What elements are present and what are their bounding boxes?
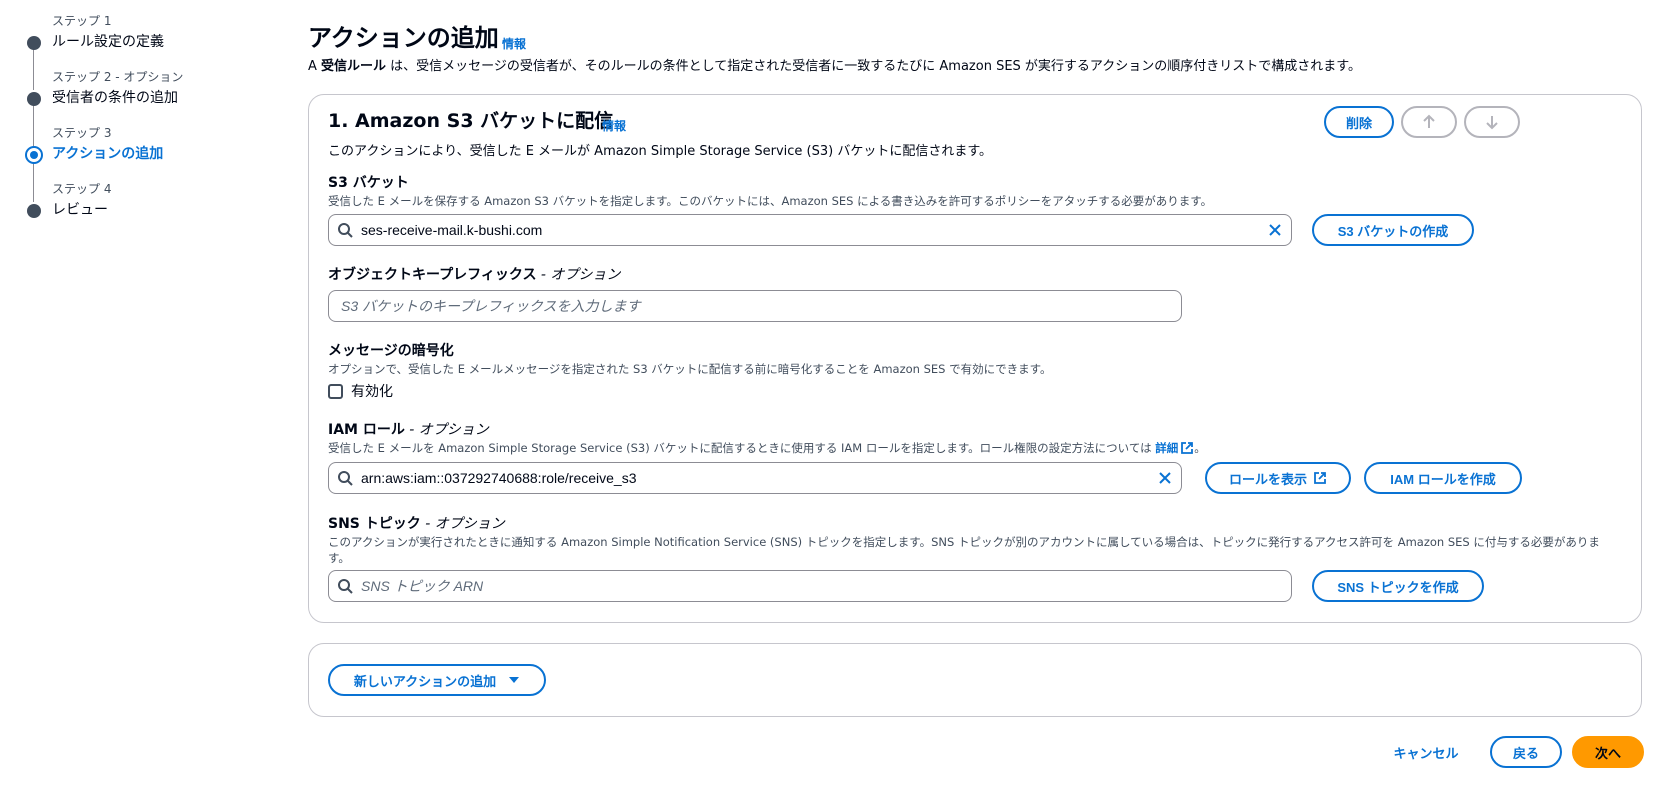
sns-topic-label: SNS トピック - オプション — [328, 514, 505, 534]
enable-encryption-row[interactable]: 有効化 — [328, 381, 393, 401]
step-title[interactable]: 受信者の条件の追加 — [52, 88, 254, 108]
button-label: 戻る — [1512, 745, 1539, 761]
label-text: オブジェクトキープレフィックス — [328, 267, 537, 283]
move-up-button[interactable] — [1401, 106, 1457, 138]
step-1[interactable]: ステップ 1 ルール設定の定義 — [24, 14, 254, 70]
next-button[interactable]: 次へ — [1572, 736, 1644, 768]
create-iam-role-button[interactable]: IAM ロールを作成 — [1364, 462, 1522, 494]
s3-bucket-description: 受信した E メールを保存する Amazon S3 バケットを指定します。このバ… — [328, 194, 1213, 208]
optional-text: - オプション — [536, 267, 621, 283]
step-number: ステップ 4 — [52, 182, 112, 196]
desc-text: A — [308, 59, 322, 74]
wizard-steps: ステップ 1 ルール設定の定義 ステップ 2 - オプション 受信者の条件の追加… — [24, 14, 254, 238]
desc-text: 。 — [1194, 441, 1206, 455]
s3-bucket-input[interactable]: ses-receive-mail.k-bushi.com — [328, 214, 1292, 246]
button-label: ロールを表示 — [1228, 471, 1307, 487]
s3-bucket-value[interactable]: ses-receive-mail.k-bushi.com — [361, 222, 1259, 238]
cancel-button[interactable]: キャンセル — [1384, 736, 1468, 768]
page-title: アクションの追加 — [308, 24, 499, 52]
create-sns-topic-button[interactable]: SNS トピックを作成 — [1312, 570, 1484, 602]
step-3: ステップ 3 アクションの追加 — [24, 126, 254, 182]
sns-topic-description: このアクションが実行されたときに通知する Amazon Simple Notif… — [328, 534, 1628, 566]
label-text: SNS トピック — [328, 516, 421, 532]
desc-text: す。 — [328, 551, 350, 565]
desc-text: 受信した E メールを Amazon Simple Storage Servic… — [328, 441, 1156, 455]
delete-label: 削除 — [1345, 115, 1372, 131]
step-number: ステップ 2 - オプション — [52, 70, 184, 84]
placeholder: S3 バケットのキープレフィックスを入力します — [341, 298, 641, 314]
move-down-button[interactable] — [1464, 106, 1520, 138]
desc-text: このアクションが実行されたときに通知する Amazon Simple Notif… — [328, 535, 1600, 549]
step-dot-active — [25, 146, 43, 164]
step-title[interactable]: ルール設定の定義 — [52, 32, 254, 52]
iam-role-label: IAM ロール - オプション — [328, 420, 489, 440]
delete-button[interactable]: 削除 — [1324, 106, 1394, 138]
prefix-label: オブジェクトキープレフィックス - オプション — [328, 265, 620, 285]
iam-role-value[interactable]: arn:aws:iam::037292740688:role/receive_s… — [361, 470, 1149, 486]
action-description: このアクションにより、受信した E メールが Amazon Simple Sto… — [328, 144, 993, 159]
create-s3-bucket-button[interactable]: S3 バケットの作成 — [1312, 214, 1474, 246]
button-label: SNS トピックを作成 — [1337, 579, 1459, 595]
step-dot — [27, 36, 41, 50]
encryption-label: メッセージの暗号化 — [328, 343, 454, 359]
view-role-button[interactable]: ロールを表示 — [1205, 462, 1351, 494]
step-dot — [27, 204, 41, 218]
info-link[interactable]: 情報 — [602, 117, 626, 134]
iam-role-description: 受信した E メールを Amazon Simple Storage Servic… — [328, 440, 1206, 456]
learn-more-link[interactable]: 詳細 — [1155, 441, 1178, 455]
action-title: 1. Amazon S3 バケットに配信 — [328, 110, 614, 132]
enable-encryption-checkbox[interactable] — [328, 383, 343, 399]
add-new-action-dropdown[interactable]: 新しいアクションの追加 — [328, 664, 546, 696]
button-label: IAM ロールを作成 — [1390, 471, 1496, 487]
sns-topic-input[interactable]: SNS トピック ARN — [328, 570, 1292, 602]
button-label: キャンセル — [1393, 745, 1459, 761]
button-label: 次へ — [1594, 745, 1621, 761]
page-description: A 受信ルール は、受信メッセージの受信者が、そのルールの条件として指定された受… — [308, 58, 1361, 76]
search-icon — [329, 578, 361, 594]
encryption-description: オプションで、受信した E メールメッセージを指定された S3 バケットに配信す… — [328, 362, 1052, 376]
optional-text: - オプション — [420, 516, 505, 532]
search-icon — [329, 222, 361, 238]
clear-icon[interactable] — [1259, 223, 1291, 237]
step-title: アクションの追加 — [52, 146, 164, 162]
checkbox-label[interactable]: 有効化 — [351, 381, 393, 401]
step-dot — [27, 92, 41, 106]
step-number: ステップ 3 — [52, 126, 112, 140]
step-4: ステップ 4 レビュー — [24, 182, 254, 238]
optional-text: - オプション — [404, 422, 489, 438]
search-icon — [329, 470, 361, 486]
button-label: S3 バケットの作成 — [1337, 223, 1449, 239]
desc-bold: 受信ルール — [321, 59, 387, 74]
arrow-down-icon — [1486, 116, 1498, 130]
back-button[interactable]: 戻る — [1490, 736, 1562, 768]
step-2[interactable]: ステップ 2 - オプション 受信者の条件の追加 — [24, 70, 254, 126]
caret-down-icon — [509, 677, 520, 683]
s3-bucket-label: S3 バケット — [328, 175, 409, 191]
object-key-prefix-input[interactable]: S3 バケットのキープレフィックスを入力します — [328, 290, 1182, 322]
clear-icon[interactable] — [1149, 471, 1181, 485]
iam-role-input[interactable]: arn:aws:iam::037292740688:role/receive_s… — [328, 462, 1182, 494]
arrow-up-icon — [1423, 114, 1435, 128]
external-link-icon[interactable] — [1180, 441, 1194, 455]
button-label: 新しいアクションの追加 — [353, 673, 497, 689]
step-number: ステップ 1 — [52, 14, 112, 28]
info-link[interactable]: 情報 — [502, 35, 526, 52]
desc-text: は、受信メッセージの受信者が、そのルールの条件として指定された受信者に一致するた… — [386, 59, 1361, 74]
label-text: IAM ロール — [328, 422, 405, 438]
placeholder: SNS トピック ARN — [361, 578, 484, 594]
step-title: レビュー — [52, 202, 108, 218]
external-link-icon — [1314, 472, 1326, 484]
